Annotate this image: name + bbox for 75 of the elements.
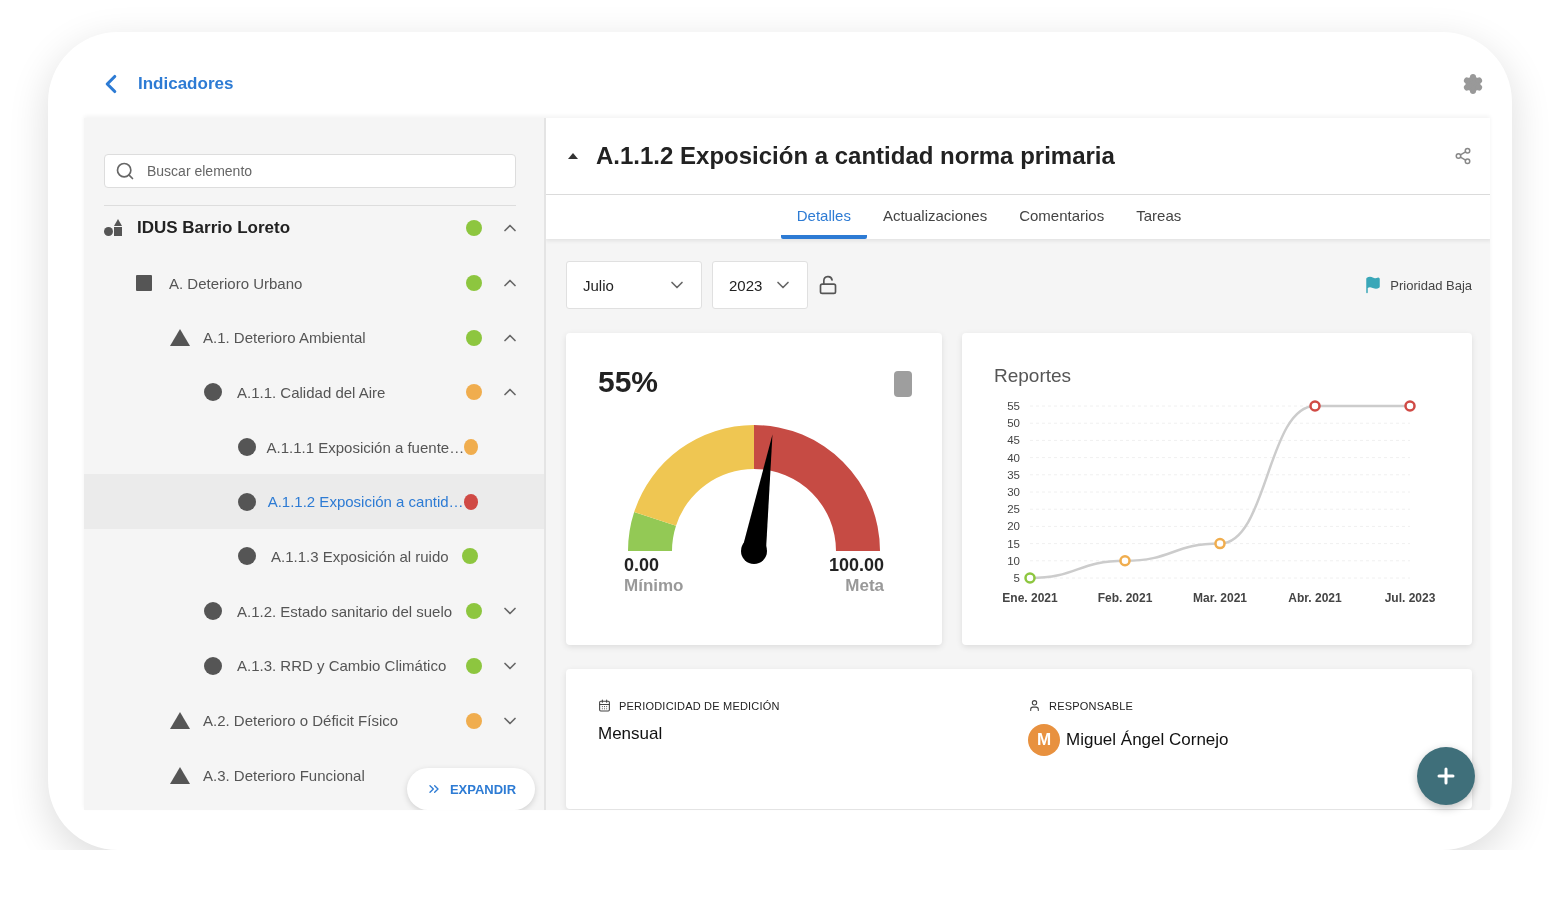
tree-item[interactable]: A.1.2. Estado sanitario del suelo [84, 583, 544, 639]
circle-icon [238, 547, 256, 566]
tree-item[interactable]: A.3. Deterioro Funcional [84, 747, 394, 803]
caret-icon[interactable] [568, 153, 578, 159]
axis-label: 55 [1007, 400, 1020, 412]
tree-item[interactable]: IDUS Barrio Loreto [84, 201, 544, 256]
axis-label: 45 [1007, 434, 1020, 447]
tree-item[interactable]: A.1.1.3 Exposición al ruido [84, 529, 544, 584]
tree-item[interactable]: A.1.3. RRD y Cambio Climático [84, 638, 544, 694]
axis-label: Feb. 2021 [1097, 591, 1153, 605]
calendar-icon [598, 699, 611, 712]
search-input[interactable]: Buscar elemento [145, 162, 505, 180]
percentage: 55% [598, 365, 659, 398]
field-label: PERIODICIDAD DE MEDICIÓN [619, 699, 780, 712]
flag-icon [1364, 276, 1383, 294]
handle-icon[interactable] [894, 371, 912, 397]
data-point [1309, 400, 1321, 412]
axis-label: 20 [1007, 520, 1020, 533]
tree-item[interactable]: A.2. Deterioro o Déficit Físico [84, 693, 544, 748]
circle-icon [204, 656, 222, 675]
axis-label: Ene. 2021 [1002, 591, 1058, 605]
circle-icon [204, 383, 222, 402]
person-name: Miguel Ángel Cornejo [1066, 730, 1229, 750]
circle-icon [238, 438, 256, 457]
triangle-icon [170, 329, 190, 347]
axis-label: Jul. 2023 [1384, 591, 1436, 605]
search-icon [115, 161, 135, 181]
min-value: 0.00 [624, 555, 661, 576]
month-select[interactable]: Julio [566, 261, 702, 309]
max-value: 100.00 [828, 555, 884, 576]
tree-item[interactable]: A.1.1. Calidad del Aire [84, 365, 544, 420]
tab[interactable]: Detalles [780, 195, 867, 239]
axis-label: 40 [1007, 451, 1020, 464]
min-label: Mínimo [624, 576, 684, 596]
year-select[interactable]: 2023 [712, 261, 808, 309]
back-link[interactable]: Indicadores [96, 69, 234, 99]
indicator-title: A.1.1.2 Exposición a cantidad norma primaria [596, 142, 1116, 170]
search-field[interactable]: Buscar elemento [104, 154, 516, 188]
axis-label: 50 [1007, 417, 1020, 430]
unlock-icon[interactable] [818, 275, 838, 295]
axis-label: 15 [1007, 537, 1020, 550]
user-icon [1028, 699, 1041, 712]
axis-label: 35 [1007, 468, 1020, 481]
axis-label: 30 [1007, 486, 1020, 498]
chart-title: Reportes [994, 365, 1073, 387]
share-icon[interactable] [1454, 147, 1472, 165]
axis-label: Abr. 2021 [1288, 591, 1342, 605]
square-icon [136, 275, 152, 292]
avatar: M [1028, 724, 1060, 756]
max-label: Meta [844, 576, 884, 596]
tree-item[interactable]: A. Deterioro Urbano [84, 255, 544, 311]
data-point [1214, 537, 1226, 550]
field-value: Mensual [598, 724, 664, 744]
settings-icon[interactable] [1462, 73, 1484, 95]
circle-icon [238, 492, 256, 511]
shapes-icon [104, 219, 122, 238]
tab[interactable]: Tareas [1120, 195, 1198, 239]
data-point [1119, 555, 1131, 567]
data-point [1404, 400, 1416, 412]
axis-label: 5 [1013, 572, 1020, 584]
expand-button[interactable]: EXPANDIR [407, 768, 535, 810]
field-label: RESPONSABLE [1049, 699, 1134, 712]
triangle-icon [170, 766, 190, 784]
axis-label: 10 [1007, 554, 1020, 567]
priority-label: Prioridad Baja [1390, 277, 1472, 293]
tree-item[interactable]: A.1. Deterioro Ambiental [84, 310, 544, 366]
tab[interactable]: Comentarios [1003, 195, 1121, 239]
circle-icon [204, 602, 222, 621]
tree-item[interactable]: A.1.1.1 Exposición a fuente… [84, 419, 544, 475]
data-point [1024, 572, 1036, 584]
tree-item[interactable]: A.1.1.2 Exposición a cantid… [84, 474, 544, 530]
axis-label: 25 [1007, 503, 1020, 516]
axis-label: Mar. 2021 [1193, 591, 1247, 605]
triangle-icon [170, 712, 190, 730]
tab[interactable]: Actualizaciones [866, 195, 1004, 239]
